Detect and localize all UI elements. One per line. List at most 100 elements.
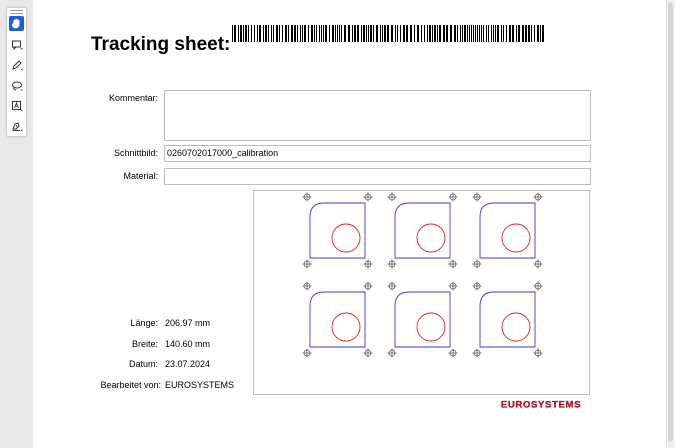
bearbeitet-value: EUROSYSTEMS <box>165 380 235 390</box>
datum-value: 23.07.2024 <box>165 359 211 369</box>
part-hole <box>501 223 531 253</box>
barcode-bar <box>491 25 492 42</box>
part-outline <box>309 291 366 348</box>
schnittbild-field[interactable]: 0260702017000_calibration <box>164 145 591 162</box>
barcode-bar <box>337 25 338 42</box>
barcode-bar <box>424 25 425 42</box>
registration-marker-cross <box>448 192 458 202</box>
barcode-bar <box>486 25 487 42</box>
barcode-bar <box>376 25 378 42</box>
part-outline <box>479 202 536 259</box>
barcode-bar <box>537 25 539 42</box>
barcode <box>232 25 544 42</box>
barcode-bar <box>483 25 484 42</box>
barcode-bar <box>439 25 441 42</box>
barcode-bar <box>454 25 456 42</box>
barcode-bar <box>493 25 494 42</box>
barcode-bar <box>414 25 415 42</box>
barcode-bar <box>427 25 428 42</box>
barcode-bar <box>332 25 334 42</box>
text-box-icon[interactable] <box>9 98 24 113</box>
barcode-bar <box>443 25 445 42</box>
schnittbild-label: Schnittbild: <box>113 148 158 158</box>
barcode-bar <box>366 25 367 42</box>
barcode-bar <box>477 25 478 42</box>
registration-marker-cross <box>302 192 312 202</box>
registration-marker-cross <box>363 348 373 358</box>
barcode-bar <box>339 25 340 42</box>
barcode-bar <box>531 25 532 42</box>
barcode-bar <box>354 25 356 42</box>
part-hole <box>416 223 446 253</box>
barcode-bar <box>238 25 239 42</box>
barcode-bar <box>300 25 301 42</box>
hand-tool-icon[interactable] <box>9 16 24 31</box>
registration-marker-cross <box>472 192 482 202</box>
barcode-bar <box>516 25 517 42</box>
fill-sign-icon[interactable] <box>9 118 24 133</box>
laenge-label: Länge: <box>130 318 158 328</box>
barcode-bar <box>245 25 247 42</box>
barcode-bar <box>248 25 249 42</box>
barcode-bar <box>276 25 278 42</box>
barcode-bar <box>540 25 541 42</box>
barcode-bar <box>542 25 544 42</box>
registration-marker-cross <box>363 259 373 269</box>
barcode-bar <box>462 25 463 42</box>
barcode-bar <box>473 25 474 42</box>
barcode-bar <box>294 25 296 42</box>
barcode-bar <box>501 25 502 42</box>
barcode-bar <box>475 25 476 42</box>
registration-marker-cross <box>533 259 543 269</box>
barcode-bar <box>344 25 346 42</box>
registration-marker-cross <box>363 192 373 202</box>
material-field[interactable] <box>164 168 591 185</box>
barcode-bar <box>321 25 322 42</box>
barcode-bar <box>534 25 535 42</box>
barcode-bar <box>467 25 468 42</box>
pen-icon[interactable] <box>9 57 24 72</box>
barcode-bar <box>446 25 448 42</box>
kommentar-field[interactable] <box>164 90 591 141</box>
barcode-bar <box>314 25 315 42</box>
barcode-bar <box>273 25 274 42</box>
barcode-bar <box>265 25 267 42</box>
barcode-bar <box>460 25 461 42</box>
breite-value: 140.60 mm <box>165 339 211 349</box>
registration-marker-cross <box>472 259 482 269</box>
page-title: Tracking sheet: <box>91 34 231 55</box>
registration-marker-cross <box>472 281 482 291</box>
barcode-bar <box>481 25 482 42</box>
registration-marker-cross <box>448 348 458 358</box>
registration-marker-cross <box>387 259 397 269</box>
barcode-bar <box>400 25 401 42</box>
barcode-bar <box>522 25 524 42</box>
barcode-bar <box>506 25 507 42</box>
barcode-bar <box>380 25 381 42</box>
barcode-bar <box>432 25 433 42</box>
barcode-bar <box>497 25 499 42</box>
barcode-bar <box>370 25 372 42</box>
registration-marker-cross <box>472 348 482 358</box>
registration-marker-cross <box>302 348 312 358</box>
part-hole <box>501 312 531 342</box>
barcode-bar <box>243 25 244 42</box>
barcode-bar <box>268 25 269 42</box>
barcode-bar <box>471 25 472 42</box>
barcode-bar <box>259 25 261 42</box>
barcode-bar <box>363 25 365 42</box>
cut-preview <box>253 190 590 395</box>
barcode-bar <box>525 25 527 42</box>
vertical-scrollbar[interactable] <box>666 0 675 448</box>
annotation-toolbar <box>6 7 27 137</box>
add-comment-icon[interactable] <box>9 37 24 52</box>
lasso-icon[interactable] <box>9 78 24 93</box>
barcode-bar <box>406 25 408 42</box>
barcode-bar <box>297 25 298 42</box>
toolbar-grip[interactable] <box>10 10 23 14</box>
part-hole <box>416 312 446 342</box>
barcode-bar <box>437 25 438 42</box>
barcode-bar <box>341 25 342 42</box>
barcode-bar <box>421 25 422 42</box>
scrollbar-thumb[interactable] <box>668 2 673 442</box>
